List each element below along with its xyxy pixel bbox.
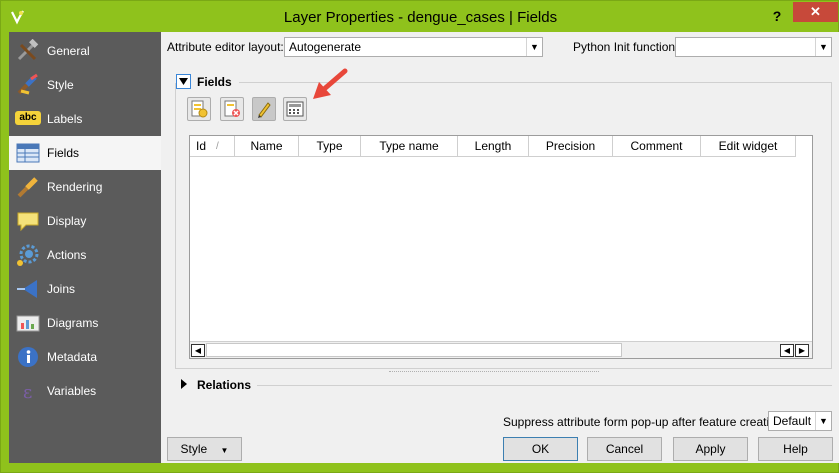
epsilon-icon: ε [23,382,32,403]
suppress-popup-combo[interactable]: Default ▼ [768,411,832,431]
fields-collapse-toggle[interactable] [176,74,191,89]
column-header-comment[interactable]: Comment [613,136,701,157]
scroll-right-icon[interactable]: ▶ [795,344,809,357]
chevron-down-icon: ▼ [526,38,542,56]
sidebar-item-labels[interactable]: abc Labels [9,102,161,136]
abc-icon: abc [15,111,41,125]
group-border-bottom [175,368,832,369]
gear-icon [17,244,39,266]
title-help-button[interactable]: ? [765,6,789,26]
group-border-left [175,83,176,368]
triangle-down-icon [179,78,188,85]
table-header: Id / Name Type Type name Length Precisio… [190,136,812,157]
table-icon [16,143,40,163]
column-header-type-name[interactable]: Type name [361,136,458,157]
column-header-length[interactable]: Length [458,136,529,157]
style-menu-button[interactable]: Style ▼ [167,437,242,461]
relations-group-title[interactable]: Relations [197,378,251,392]
cancel-button[interactable]: Cancel [587,437,662,461]
sidebar-item-joins[interactable]: Joins [9,272,161,306]
ok-button[interactable]: OK [503,437,578,461]
sidebar-item-label: Diagrams [47,316,99,330]
fields-group-title: Fields [197,75,232,89]
sort-indicator-icon: / [216,141,219,152]
triangle-right-icon[interactable] [179,378,189,390]
sidebar-item-label: General [47,44,90,58]
menu-arrow-icon: ▼ [220,446,229,455]
paintbrush-icon [17,73,38,95]
sidebar-item-actions[interactable]: Actions [9,238,161,272]
sidebar-item-metadata[interactable]: Metadata [9,340,161,374]
pencil-icon [258,102,271,118]
suppress-popup-value: Default [773,414,812,428]
sidebar-item-label: Display [47,214,87,228]
sidebar-item-label: Metadata [47,350,98,364]
svg-text:ε: ε [23,382,32,403]
toggle-editing-button[interactable] [252,97,276,121]
brush-icon [17,177,38,198]
window-title: Layer Properties - dengue_cases | Fields [283,9,558,26]
column-header-name[interactable]: Name [235,136,299,157]
dialog-client: General Style abc Labels Fields Renderin… [9,32,839,463]
chevron-down-icon: ▼ [815,412,831,430]
sidebar-item-rendering[interactable]: Rendering [9,170,161,204]
column-header-edit-widget[interactable]: Edit widget [701,136,796,157]
editor-layout-value: Autogenerate [289,40,362,54]
scrollbar-thumb[interactable] [206,343,622,357]
python-init-combo[interactable]: ▼ [675,37,832,57]
group-border-right [831,83,832,368]
new-field-icon [191,100,208,118]
editor-layout-combo[interactable]: Autogenerate ▼ [284,37,543,57]
sidebar-item-style[interactable]: Style [9,68,161,102]
field-calculator-button[interactable] [283,97,307,121]
editor-layout-label: Attribute editor layout: [167,40,284,54]
column-header-type[interactable]: Type [299,136,361,157]
sidebar-item-label: Style [47,78,74,92]
delete-field-icon [224,100,240,117]
new-field-button[interactable] [187,97,211,121]
sidebar: General Style abc Labels Fields Renderin… [9,32,161,463]
sidebar-item-label: Variables [47,384,97,398]
speech-bubble-icon [17,212,39,232]
group-divider [257,385,832,386]
close-button[interactable]: ✕ [793,2,838,22]
sidebar-item-display[interactable]: Display [9,204,161,238]
sidebar-item-variables[interactable]: ε Variables [9,374,161,408]
scroll-left-icon[interactable]: ◀ [191,344,205,357]
info-icon [18,347,38,367]
sidebar-item-label: Rendering [47,180,103,194]
sidebar-item-label: Labels [47,112,83,126]
dialog-window: Layer Properties - dengue_cases | Fields… [0,0,839,473]
suppress-popup-label: Suppress attribute form pop-up after fea… [503,415,783,429]
tools-icon [17,39,39,61]
sidebar-item-label: Fields [47,146,80,160]
annotation-arrow-icon [313,68,348,99]
horizontal-scrollbar[interactable]: ◀ ◀ ▶ [190,341,812,358]
apply-button[interactable]: Apply [673,437,748,461]
column-header-precision[interactable]: Precision [529,136,613,157]
splitter-handle[interactable] [389,371,599,374]
sidebar-item-general[interactable]: General [9,34,161,68]
join-icon [17,280,37,298]
sidebar-item-fields[interactable]: Fields [9,136,161,170]
delete-field-button[interactable] [220,97,244,121]
sidebar-item-diagrams[interactable]: Diagrams [9,306,161,340]
sidebar-item-label: Actions [47,248,87,262]
help-button[interactable]: Help [758,437,833,461]
diagram-icon [16,315,40,332]
python-init-label: Python Init function [573,40,676,54]
field-calculator-icon [286,101,304,117]
fields-table[interactable]: Id / Name Type Type name Length Precisio… [189,135,813,359]
column-header-id[interactable]: Id / [190,136,235,157]
scroll-left-end-icon[interactable]: ◀ [780,344,794,357]
sidebar-item-label: Joins [47,282,76,296]
chevron-down-icon: ▼ [815,38,831,56]
title-bar[interactable]: Layer Properties - dengue_cases | Fields… [1,1,839,34]
